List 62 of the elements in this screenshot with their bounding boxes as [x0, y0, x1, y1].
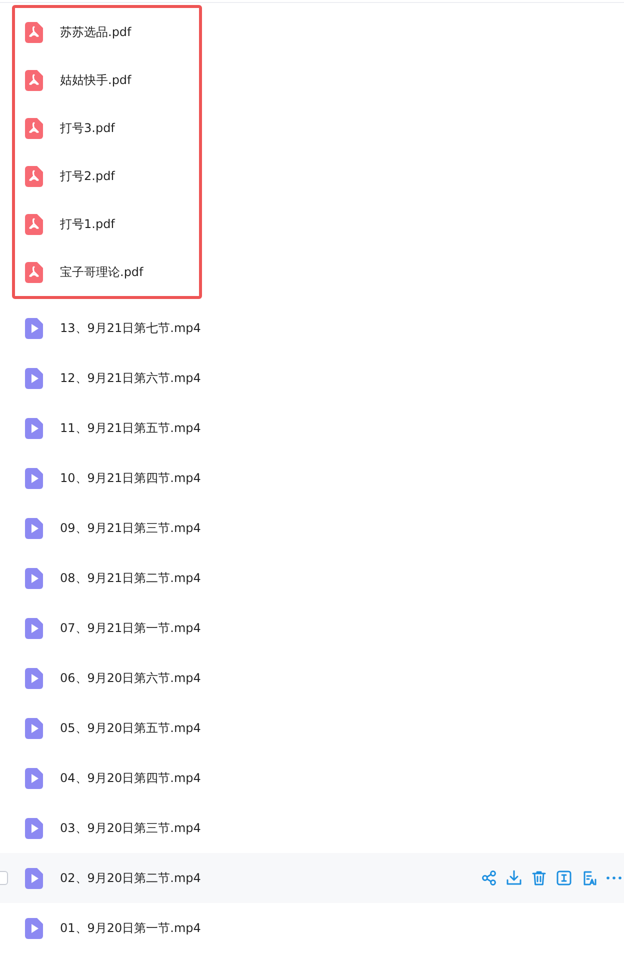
file-row[interactable]: 12、9月21日第六节.mp4 — [0, 353, 624, 403]
file-row[interactable]: 08、9月21日第二节.mp4 — [0, 553, 624, 603]
video-file-icon — [25, 468, 43, 488]
file-name[interactable]: 10、9月21日第四节.mp4 — [60, 469, 201, 487]
file-row[interactable]: 05、9月20日第五节.mp4 — [0, 703, 624, 753]
share-icon[interactable] — [481, 870, 497, 886]
file-row[interactable]: 09、9月21日第三节.mp4 — [0, 503, 624, 553]
file-name[interactable]: 苏苏选品.pdf — [60, 23, 132, 41]
pdf-file-icon — [25, 70, 43, 90]
file-row[interactable]: 打号2.pdf — [15, 152, 199, 200]
video-file-icon — [25, 718, 43, 738]
file-row[interactable]: 10、9月21日第四节.mp4 — [0, 453, 624, 503]
file-row[interactable]: 13、9月21日第七节.mp4 — [0, 303, 624, 353]
pdf-file-icon — [25, 262, 43, 282]
file-name[interactable]: 05、9月20日第五节.mp4 — [60, 719, 201, 737]
file-name[interactable]: 06、9月20日第六节.mp4 — [60, 669, 201, 687]
video-file-icon — [25, 918, 43, 938]
video-file-icon — [25, 768, 43, 788]
pdf-file-icon — [25, 118, 43, 138]
file-row[interactable]: 04、9月20日第四节.mp4 — [0, 753, 624, 803]
document-ai-icon[interactable] — [581, 870, 597, 886]
file-row[interactable]: 宝子哥理论.pdf — [15, 248, 199, 296]
video-file-icon — [25, 368, 43, 388]
video-file-icon — [25, 568, 43, 588]
video-file-icon — [25, 618, 43, 638]
file-name[interactable]: 13、9月21日第七节.mp4 — [60, 319, 201, 337]
download-icon[interactable] — [506, 870, 522, 886]
file-name[interactable]: 08、9月21日第二节.mp4 — [60, 569, 201, 587]
file-row[interactable]: 打号3.pdf — [15, 104, 199, 152]
rename-icon[interactable] — [556, 870, 572, 886]
file-row[interactable]: 07、9月21日第一节.mp4 — [0, 603, 624, 653]
file-row[interactable]: 03、9月20日第三节.mp4 — [0, 803, 624, 853]
video-file-icon — [25, 518, 43, 538]
video-file-icon — [25, 418, 43, 438]
file-row[interactable]: 打号1.pdf — [15, 200, 199, 248]
video-file-icon — [25, 818, 43, 838]
file-name[interactable]: 打号3.pdf — [60, 119, 115, 137]
file-name[interactable]: 01、9月20日第一节.mp4 — [60, 919, 201, 937]
file-name[interactable]: 02、9月20日第二节.mp4 — [60, 869, 201, 887]
file-name[interactable]: 打号1.pdf — [60, 215, 115, 233]
pdf-file-icon — [25, 214, 43, 234]
file-row[interactable]: 06、9月20日第六节.mp4 — [0, 653, 624, 703]
file-name[interactable]: 姑姑快手.pdf — [60, 71, 132, 89]
video-file-icon — [25, 318, 43, 338]
video-file-icon — [25, 868, 43, 888]
file-name[interactable]: 04、9月20日第四节.mp4 — [60, 769, 201, 787]
pdf-file-icon — [25, 166, 43, 186]
file-name[interactable]: 11、9月21日第五节.mp4 — [60, 419, 201, 437]
delete-icon[interactable] — [531, 870, 547, 886]
file-name[interactable]: 07、9月21日第一节.mp4 — [60, 619, 201, 637]
file-row[interactable]: 姑姑快手.pdf — [15, 56, 199, 104]
file-name[interactable]: 12、9月21日第六节.mp4 — [60, 369, 201, 387]
video-file-icon — [25, 668, 43, 688]
pdf-file-icon — [25, 22, 43, 42]
file-row[interactable]: 02、9月20日第二节.mp4 — [0, 853, 624, 903]
file-row[interactable]: 01、9月20日第一节.mp4 — [0, 903, 624, 953]
file-row[interactable]: 苏苏选品.pdf — [15, 8, 199, 56]
file-name[interactable]: 09、9月21日第三节.mp4 — [60, 519, 201, 537]
file-name[interactable]: 打号2.pdf — [60, 167, 115, 185]
file-name[interactable]: 宝子哥理论.pdf — [60, 263, 144, 281]
file-row[interactable]: 11、9月21日第五节.mp4 — [0, 403, 624, 453]
file-name[interactable]: 03、9月20日第三节.mp4 — [60, 819, 201, 837]
